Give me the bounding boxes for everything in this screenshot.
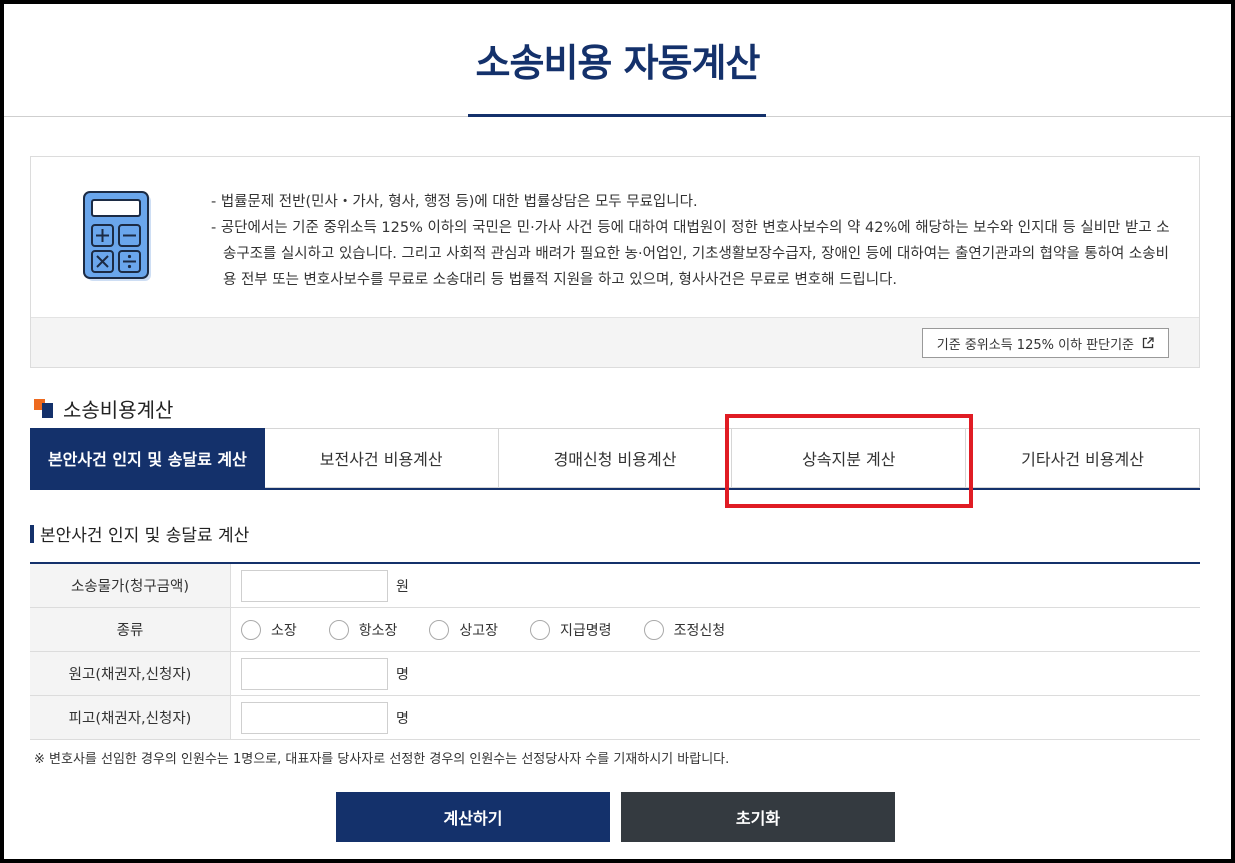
info-text: - 법률문제 전반(민사・가사, 형사, 행정 등)에 대한 법률상담은 모두 … bbox=[211, 189, 1171, 293]
info-box: - 법률문제 전반(민사・가사, 형사, 행정 등)에 대한 법률상담은 모두 … bbox=[30, 156, 1200, 368]
radio-option-mediation[interactable]: 조정신청 bbox=[643, 619, 726, 640]
form-subtitle: 본안사건 인지 및 송달료 계산 bbox=[40, 526, 250, 546]
plaintiff-label: 원고(채권자,신청자) bbox=[30, 652, 230, 695]
form-row-claim: 소송물가(청구금액) 원 bbox=[30, 564, 1200, 608]
radio-option-appeal[interactable]: 항소장 bbox=[328, 619, 398, 640]
radio-option-complaint[interactable]: 소장 bbox=[241, 619, 297, 640]
plaintiff-unit: 명 bbox=[396, 666, 409, 683]
plaintiff-count-input[interactable] bbox=[241, 657, 388, 690]
section-header: 소송비용계산 bbox=[34, 394, 173, 423]
tab-other[interactable]: 기타사건 비용계산 bbox=[966, 428, 1200, 488]
criteria-button[interactable]: 기준 중위소득 125% 이하 판단기준 bbox=[921, 328, 1169, 358]
calc-tabs: 본안사건 인지 및 송달료 계산 보전사건 비용계산 경매신청 비용계산 상속지… bbox=[30, 428, 1200, 490]
tab-main-case[interactable]: 본안사건 인지 및 송달료 계산 bbox=[30, 428, 265, 488]
claim-label: 소송물가(청구금액) bbox=[30, 564, 230, 607]
form-row-plaintiff: 원고(채권자,신청자) 명 bbox=[30, 652, 1200, 696]
defendant-unit: 명 bbox=[396, 710, 409, 727]
form-note: ※ 변호사를 선임한 경우의 인원수는 1명으로, 대표자를 당사자로 선정한 … bbox=[34, 752, 730, 767]
external-link-icon bbox=[1142, 337, 1154, 349]
radio-button[interactable] bbox=[429, 619, 450, 640]
form-subheader: 본안사건 인지 및 송달료 계산 bbox=[30, 521, 249, 546]
calculate-button[interactable]: 계산하기 bbox=[336, 792, 610, 842]
radio-button[interactable] bbox=[530, 619, 551, 640]
page-frame: 소송비용 자동계산 - 법률문제 전반(민사・가사, 형사, 행정 등)에 대한… bbox=[0, 0, 1235, 863]
type-label: 종류 bbox=[30, 608, 230, 651]
defendant-label: 피고(채권자,신청자) bbox=[30, 696, 230, 739]
form-row-type: 종류 소장 항소장 상고장 지급명령 조정신청 bbox=[30, 608, 1200, 652]
tab-preservation[interactable]: 보전사건 비용계산 bbox=[264, 428, 499, 488]
criteria-button-label: 기준 중위소득 125% 이하 판단기준 bbox=[936, 337, 1134, 353]
radio-label: 항소장 bbox=[358, 622, 398, 639]
radio-button[interactable] bbox=[643, 619, 664, 640]
radio-label: 조정신청 bbox=[673, 622, 726, 639]
claim-cell: 원 bbox=[230, 564, 1200, 607]
radio-label: 상고장 bbox=[459, 622, 499, 639]
plaintiff-cell: 명 bbox=[230, 652, 1200, 695]
radio-button[interactable] bbox=[241, 619, 261, 640]
form-row-defendant: 피고(채권자,신청자) 명 bbox=[30, 696, 1200, 740]
radio-option-final-appeal[interactable]: 상고장 bbox=[429, 619, 499, 640]
reset-button[interactable]: 초기화 bbox=[621, 792, 895, 842]
radio-button[interactable] bbox=[328, 619, 349, 640]
claim-unit: 원 bbox=[396, 578, 409, 595]
defendant-cell: 명 bbox=[230, 696, 1200, 739]
page-title: 소송비용 자동계산 bbox=[475, 41, 761, 85]
info-line-2: - 공단에서는 기준 중위소득 125% 이하의 국민은 민·가사 사건 등에 … bbox=[211, 220, 1170, 288]
defendant-count-input[interactable] bbox=[241, 701, 388, 734]
calc-form: 소송물가(청구금액) 원 종류 소장 항소장 상고장 지급명령 조정신청 원고(… bbox=[30, 562, 1200, 740]
tab-inheritance[interactable]: 상속지분 계산 bbox=[732, 428, 967, 488]
section-title: 소송비용계산 bbox=[63, 398, 174, 422]
section-mark-icon bbox=[34, 399, 53, 418]
info-line-1: - 법률문제 전반(민사・가사, 형사, 행정 등)에 대한 법률상담은 모두 … bbox=[211, 194, 698, 210]
title-underline bbox=[468, 114, 766, 117]
radio-option-payment-order[interactable]: 지급명령 bbox=[530, 619, 612, 640]
radio-label: 지급명령 bbox=[560, 622, 612, 639]
calculator-icon bbox=[83, 191, 151, 281]
type-cell: 소장 항소장 상고장 지급명령 조정신청 bbox=[230, 608, 1200, 651]
claim-amount-input[interactable] bbox=[241, 569, 388, 602]
tab-auction[interactable]: 경매신청 비용계산 bbox=[498, 428, 733, 488]
subtitle-bar bbox=[30, 524, 34, 543]
radio-label: 소장 bbox=[271, 622, 297, 639]
info-footer: 기준 중위소득 125% 이하 판단기준 bbox=[31, 317, 1199, 367]
